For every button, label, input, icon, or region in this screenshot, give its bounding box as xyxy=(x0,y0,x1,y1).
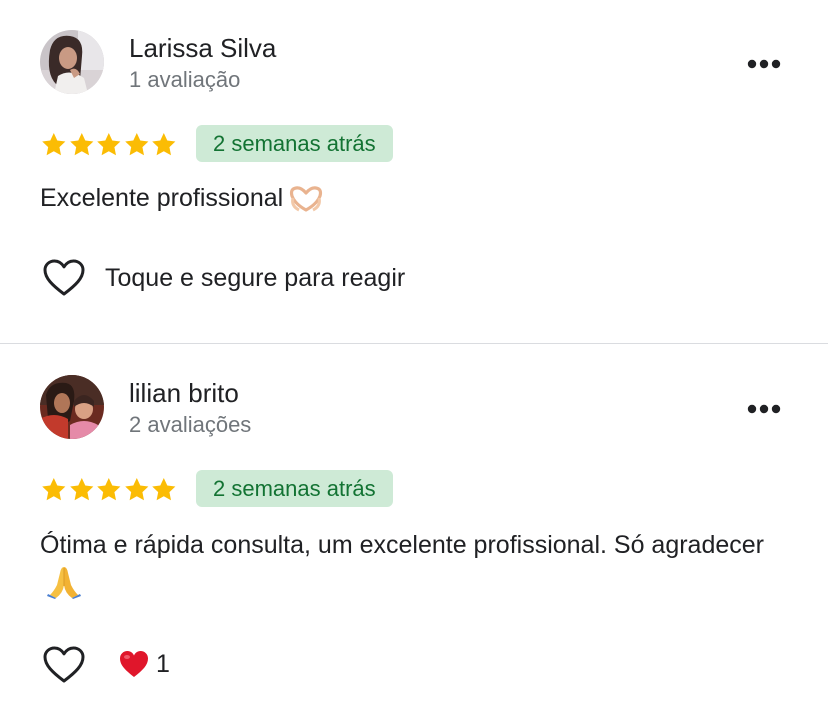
review-text: Excelente profissional xyxy=(40,178,780,224)
star-rating xyxy=(40,473,178,505)
heart-outline-icon xyxy=(43,259,85,296)
heart-outline-icon xyxy=(43,646,85,683)
reviewer-name[interactable]: Larissa Silva xyxy=(129,32,276,64)
star-icon xyxy=(69,132,93,155)
reviewer-name[interactable]: lilian brito xyxy=(129,377,239,409)
reaction-summary[interactable]: 1 xyxy=(118,644,170,684)
avatar[interactable] xyxy=(40,30,104,94)
review-text: Ótima e rápida consulta, um excelente pr… xyxy=(40,525,780,611)
more-horizontal-icon xyxy=(747,59,781,69)
more-options-button[interactable] xyxy=(738,44,790,84)
star-icon xyxy=(42,477,66,500)
react-hint-label: Toque e segure para reagir xyxy=(105,264,406,292)
star-rating xyxy=(40,128,178,160)
folded-hands-emoji xyxy=(46,565,82,611)
star-icon xyxy=(152,132,176,155)
reviewer-review-count: 1 avaliação xyxy=(129,67,241,92)
avatar[interactable] xyxy=(40,375,104,439)
star-icon xyxy=(124,132,149,155)
star-icon xyxy=(97,477,121,500)
heart-hands-emoji xyxy=(289,184,323,224)
review-divider xyxy=(0,343,828,344)
react-heart-button[interactable] xyxy=(40,256,88,300)
star-icon xyxy=(42,132,66,155)
more-options-button[interactable] xyxy=(738,389,790,429)
star-icon xyxy=(97,132,121,155)
review-text-content: Excelente profissional xyxy=(40,184,284,212)
review-card: lilian brito 2 avaliações 2 semanas atrá… xyxy=(0,345,828,713)
more-horizontal-icon xyxy=(747,404,781,414)
date-badge: 2 semanas atrás xyxy=(196,470,393,507)
red-heart-icon xyxy=(120,651,148,677)
reaction-count-value: 1 xyxy=(156,649,170,678)
review-text-content: Ótima e rápida consulta, um excelente pr… xyxy=(40,531,764,559)
review-card: Larissa Silva 1 avaliação 2 semanas atrá… xyxy=(0,0,828,343)
reviewer-review-count: 2 avaliações xyxy=(129,412,252,437)
star-icon xyxy=(69,477,93,500)
date-badge: 2 semanas atrás xyxy=(196,125,393,162)
star-icon xyxy=(124,477,149,500)
star-icon xyxy=(152,477,176,500)
react-heart-button[interactable] xyxy=(40,643,88,687)
